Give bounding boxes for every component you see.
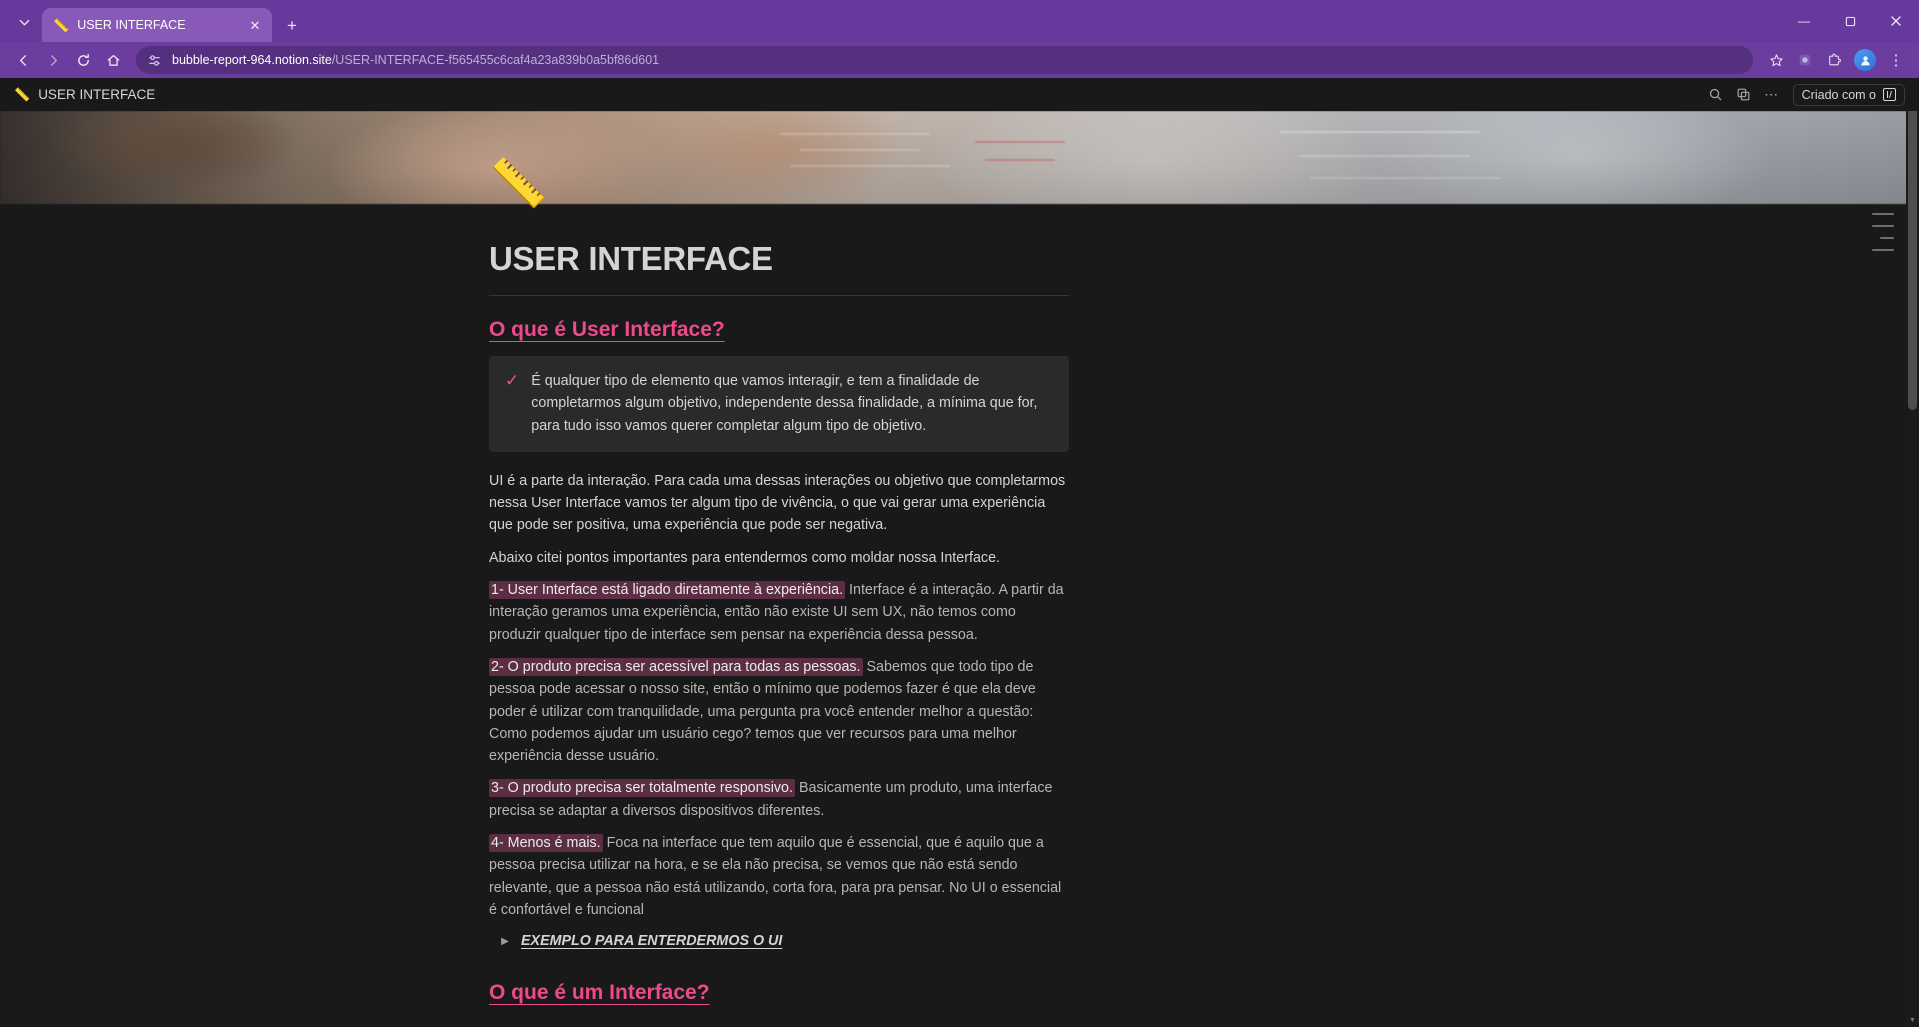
tab-favicon-icon: 📏 xyxy=(53,17,70,33)
address-bar[interactable]: bubble-report-964.notion.site/USER-INTER… xyxy=(136,46,1753,74)
toggle-label: EXEMPLO PARA ENTERDERMOS O UI xyxy=(521,933,783,950)
cover-detail xyxy=(800,149,920,151)
search-icon[interactable] xyxy=(1703,82,1728,107)
notion-topbar: 📏 USER INTERFACE ⋯ Criado com o xyxy=(0,78,1919,111)
point-highlight: 2- O produto precisa ser acessível para … xyxy=(489,657,863,676)
cover-detail xyxy=(1280,131,1480,133)
cover-detail xyxy=(975,141,1065,143)
cover-detail xyxy=(1310,177,1500,179)
minimize-button[interactable]: — xyxy=(1781,0,1827,42)
browser-menu-button[interactable]: ⋮ xyxy=(1882,46,1910,74)
tab-title: USER INTERFACE xyxy=(77,18,186,32)
tab-close-button[interactable]: ✕ xyxy=(246,16,264,34)
chevron-right-icon[interactable]: ▶ xyxy=(498,936,512,947)
toolbar-right-actions: ⋮ xyxy=(1762,46,1910,74)
url-path: /USER-INTERFACE-f565455c6caf4a23a839b0a5… xyxy=(331,53,660,67)
browser-tab[interactable]: 📏 USER INTERFACE ✕ xyxy=(42,8,272,42)
paragraph: Abaixo citei pontos importantes para ent… xyxy=(489,549,1000,566)
window-controls: — xyxy=(1781,0,1919,42)
profile-avatar[interactable] xyxy=(1854,49,1876,71)
duplicate-icon[interactable] xyxy=(1731,82,1756,107)
maximize-icon xyxy=(1845,16,1855,26)
home-icon xyxy=(107,54,119,66)
point-item: 2- O produto precisa ser acessível para … xyxy=(489,656,1069,767)
close-window-button[interactable] xyxy=(1873,0,1919,42)
point-highlight: 3- O produto precisa ser totalmente resp… xyxy=(489,779,795,798)
toc-mark[interactable] xyxy=(1872,213,1894,215)
check-icon: ✓ xyxy=(505,371,520,390)
made-with-notion-badge[interactable]: Criado com o xyxy=(1792,83,1905,106)
made-with-label: Criado com o xyxy=(1801,87,1876,102)
page-content: 📏 USER INTERFACE O que é User Interface?… xyxy=(489,159,1069,1005)
extensions-button[interactable] xyxy=(1820,46,1848,74)
magnifier-icon xyxy=(1709,88,1721,101)
forward-button[interactable] xyxy=(39,46,67,74)
page-content-wrapper: 📏 USER INTERFACE O que é User Interface?… xyxy=(0,159,1919,1005)
scrollbar-thumb[interactable] xyxy=(1908,80,1917,410)
arrow-right-icon xyxy=(50,54,57,66)
extensions-puzzle-icon xyxy=(1828,53,1841,65)
new-tab-button[interactable]: + xyxy=(278,11,306,39)
extension-icon-button[interactable] xyxy=(1791,46,1819,74)
point-highlight: 4- Menos é mais. xyxy=(489,834,603,853)
cover-detail xyxy=(780,133,930,135)
table-of-contents-indicator[interactable] xyxy=(1872,213,1894,251)
title-divider xyxy=(489,295,1069,296)
cover-detail xyxy=(1300,155,1470,157)
close-icon xyxy=(1891,16,1901,26)
back-button[interactable] xyxy=(9,46,37,74)
cover-overlay xyxy=(0,111,1919,204)
browser-toolbar: bubble-report-964.notion.site/USER-INTER… xyxy=(0,42,1919,78)
callout-text: É qualquer tipo de elemento que vamos in… xyxy=(531,373,1038,434)
point-item: 1- User Interface está ligado diretament… xyxy=(489,579,1069,646)
copy-icon xyxy=(1737,88,1750,101)
page-title: USER INTERFACE xyxy=(489,240,773,277)
toc-mark[interactable] xyxy=(1872,225,1894,227)
reload-button[interactable] xyxy=(69,46,97,74)
page-cover-image xyxy=(0,111,1919,204)
url-text: bubble-report-964.notion.site/USER-INTER… xyxy=(172,53,659,67)
point-highlight: 1- User Interface está ligado diretament… xyxy=(489,581,846,600)
cover-detail xyxy=(790,165,950,167)
cover-detail xyxy=(985,159,1055,161)
tab-search-button[interactable] xyxy=(8,7,40,37)
section-heading-1: O que é User Interface? xyxy=(489,318,725,341)
arrow-left-icon xyxy=(19,54,26,66)
toggle-block[interactable]: ▶ EXEMPLO PARA ENTERDERMOS O UI xyxy=(498,933,1069,949)
star-icon xyxy=(1769,53,1783,66)
notion-page: 📏 USER INTERFACE ⋯ Criado com o 📏 USER I… xyxy=(0,78,1919,1027)
reload-icon xyxy=(77,53,89,66)
notion-breadcrumb[interactable]: 📏 USER INTERFACE xyxy=(14,87,155,103)
url-domain: bubble-report-964.notion.site xyxy=(172,53,332,67)
page-scrollbar[interactable]: ▲ ▼ xyxy=(1906,78,1919,1027)
toc-mark[interactable] xyxy=(1880,237,1894,239)
chevron-down-icon xyxy=(19,19,29,25)
paragraph: UI é a parte da interação. Para cada uma… xyxy=(489,472,1066,534)
person-icon xyxy=(1860,55,1870,65)
notion-logo-icon xyxy=(1883,88,1896,101)
tab-strip: 📏 USER INTERFACE ✕ + — xyxy=(0,0,1919,42)
point-item: 3- O produto precisa ser totalmente resp… xyxy=(489,777,1069,822)
tune-icon xyxy=(149,54,160,66)
home-button[interactable] xyxy=(99,46,127,74)
toc-mark[interactable] xyxy=(1872,249,1894,251)
maximize-button[interactable] xyxy=(1827,0,1873,42)
page-icon[interactable]: 📏 xyxy=(489,159,548,206)
bookmark-star-button[interactable] xyxy=(1762,46,1790,74)
site-settings-icon[interactable] xyxy=(146,52,163,69)
more-options-icon[interactable]: ⋯ xyxy=(1759,82,1784,107)
page-emoji-icon: 📏 xyxy=(14,86,31,102)
point-item: 4- Menos é mais. Foca na interface que t… xyxy=(489,832,1069,921)
puzzle-icon xyxy=(1799,54,1811,66)
notion-topbar-actions: ⋯ Criado com o xyxy=(1703,82,1905,107)
scroll-down-arrow[interactable]: ▼ xyxy=(1906,1014,1919,1027)
notion-page-title: USER INTERFACE xyxy=(38,87,156,102)
browser-window: 📏 USER INTERFACE ✕ + — bubble-report-964… xyxy=(0,0,1919,1027)
section-heading-2: O que é um Interface? xyxy=(489,981,710,1005)
callout-block: ✓ É qualquer tipo de elemento que vamos … xyxy=(489,356,1069,452)
